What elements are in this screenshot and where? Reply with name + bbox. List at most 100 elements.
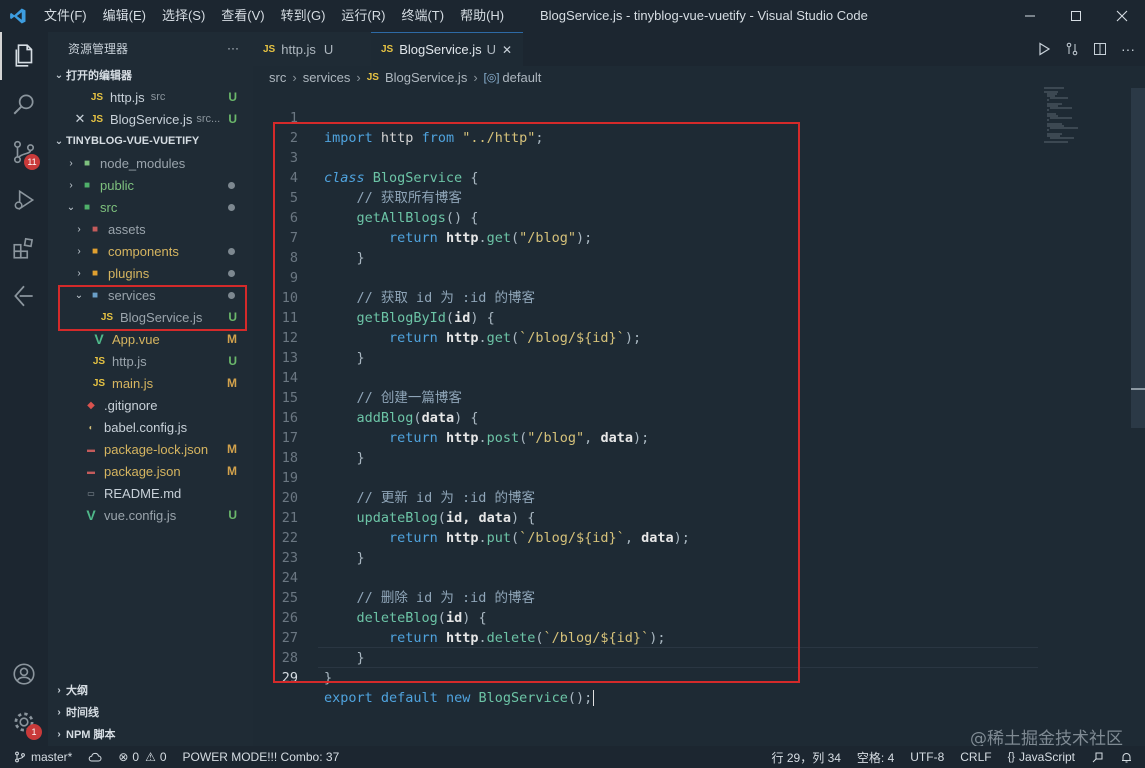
- chevron-right-icon: ›: [473, 69, 478, 85]
- tree-item-label: plugins: [108, 265, 150, 281]
- chevron-right-icon: ›: [77, 245, 81, 257]
- editor-scrollbar[interactable]: [1131, 88, 1145, 428]
- tab-blogservice-js[interactable]: JS BlogService.js U ✕: [371, 32, 523, 66]
- tree-item-label: .gitignore: [104, 397, 158, 413]
- encoding-status[interactable]: UTF-8: [902, 746, 952, 768]
- menu-edit[interactable]: 编辑(E): [95, 0, 154, 32]
- status-badge: U: [228, 90, 237, 104]
- extensions-icon[interactable]: [0, 224, 48, 272]
- eol: CRLF: [960, 750, 992, 764]
- tree-item-plugins[interactable]: › ■ plugins: [48, 262, 253, 284]
- language-mode: JavaScript: [1018, 750, 1075, 764]
- menu-help[interactable]: 帮助(H): [452, 0, 512, 32]
- tree-item-main-js[interactable]: JS main.js M: [48, 372, 253, 394]
- modified-dot: [228, 269, 235, 277]
- tree-item-node-modules[interactable]: › ■ node_modules: [48, 152, 253, 174]
- chevron-right-icon: ›: [69, 157, 73, 169]
- tree-item-components[interactable]: › ■ components: [48, 240, 253, 262]
- feedback-button[interactable]: [1083, 746, 1112, 768]
- menu-file[interactable]: 文件(F): [36, 0, 95, 32]
- npm-scripts-section[interactable]: › NPM 脚本: [48, 723, 253, 745]
- open-editor-item[interactable]: JS http.js src U: [48, 86, 253, 108]
- project-section[interactable]: ⌄ TINYBLOG-VUE-VUETIFY: [48, 130, 253, 152]
- menu-selection[interactable]: 选择(S): [154, 0, 213, 32]
- more-actions-icon[interactable]: ···: [1121, 41, 1135, 57]
- close-tab-icon[interactable]: ✕: [502, 43, 512, 57]
- folder-plugins-icon: ■: [91, 267, 99, 279]
- language-mode-status[interactable]: {} JavaScript: [1000, 746, 1083, 768]
- menu-run[interactable]: 运行(R): [333, 0, 393, 32]
- split-editor-icon[interactable]: [1093, 42, 1107, 56]
- notifications-button[interactable]: [1112, 746, 1145, 768]
- maximize-button[interactable]: [1053, 0, 1099, 32]
- chevron-right-icon: ›: [69, 179, 73, 191]
- tree-item-readme[interactable]: ▭ README.md: [48, 482, 253, 504]
- tree-item-label: public: [100, 177, 134, 193]
- tree-item-assets[interactable]: › ■ assets: [48, 218, 253, 240]
- services-highlight-box: [58, 285, 247, 331]
- tree-item-package-json[interactable]: ▬ package.json M: [48, 460, 253, 482]
- vue-file-icon: V: [94, 331, 104, 347]
- close-editor-icon[interactable]: ✕: [72, 111, 88, 127]
- power-mode-status: POWER MODE!!! Combo: 37: [175, 746, 348, 768]
- scrollbar-cursor-marker: [1131, 388, 1145, 390]
- open-editor-item[interactable]: ✕ JS BlogService.js src... U: [48, 108, 253, 130]
- tree-item-vue-config[interactable]: V vue.config.js U: [48, 504, 253, 526]
- run-debug-icon[interactable]: [0, 176, 48, 224]
- bell-icon: [1122, 752, 1131, 762]
- breadcrumb-src[interactable]: src: [269, 70, 286, 85]
- markdown-file-icon: ▭: [87, 488, 95, 498]
- cursor-position-status[interactable]: 行 29，列 34: [764, 746, 849, 768]
- branch-status[interactable]: master*: [0, 746, 80, 768]
- breadcrumb-services[interactable]: services: [303, 70, 351, 85]
- warning-count: 0: [159, 750, 167, 764]
- open-editor-path: src...: [196, 113, 221, 125]
- tab-http-js[interactable]: JS http.js U: [253, 32, 371, 66]
- open-editors-section[interactable]: ⌄ 打开的编辑器: [48, 64, 253, 86]
- tree-item-package-lock[interactable]: ▬ package-lock.json M: [48, 438, 253, 460]
- tree-item-public[interactable]: › ■ public: [48, 174, 253, 196]
- remote-explorer-icon[interactable]: [0, 272, 48, 320]
- tree-item-app-vue[interactable]: V App.vue M: [48, 328, 253, 350]
- title-bar: 文件(F) 编辑(E) 选择(S) 查看(V) 转到(G) 运行(R) 终端(T…: [0, 0, 1145, 32]
- activity-bar: 11 1: [0, 32, 48, 746]
- tree-item-babel-config[interactable]: ◐ babel.config.js: [48, 416, 253, 438]
- tree-item-http-js[interactable]: JS http.js U: [48, 350, 253, 372]
- search-icon[interactable]: [0, 80, 48, 128]
- minimap[interactable]: [1042, 86, 1092, 146]
- menu-view[interactable]: 查看(V): [213, 0, 272, 32]
- indentation-status[interactable]: 空格: 4: [849, 746, 902, 768]
- folder-components-icon: ■: [91, 245, 99, 257]
- explorer-icon[interactable]: [0, 32, 48, 80]
- timeline-section[interactable]: › 时间线: [48, 701, 253, 723]
- eol-status[interactable]: CRLF: [952, 746, 999, 768]
- more-actions-button[interactable]: ···: [227, 41, 239, 55]
- source-control-icon[interactable]: 11: [0, 128, 48, 176]
- power-mode-text: POWER MODE!!! Combo: 37: [182, 750, 340, 764]
- compare-changes-icon[interactable]: [1065, 42, 1079, 56]
- folder-node-icon: ■: [83, 157, 91, 169]
- cursor-position: 行 29，列 34: [771, 750, 841, 765]
- tree-item-gitignore[interactable]: ◆ .gitignore: [48, 394, 253, 416]
- run-icon[interactable]: [1037, 42, 1051, 56]
- minimize-button[interactable]: [1007, 0, 1053, 32]
- git-branch-icon: [15, 751, 25, 763]
- problems-status[interactable]: ⊗ 0 ⚠ 0: [110, 746, 174, 768]
- chevron-down-icon: ⌄: [54, 135, 64, 147]
- close-window-button[interactable]: [1099, 0, 1145, 32]
- chevron-right-icon: ›: [77, 267, 81, 279]
- symbol-variable-icon: [◎]: [483, 71, 500, 84]
- manage-gear-icon[interactable]: 1: [0, 698, 48, 746]
- outline-section[interactable]: › 大纲: [48, 679, 253, 701]
- breadcrumb-symbol[interactable]: default: [502, 70, 541, 85]
- tree-item-src[interactable]: ⌄ ■ src: [48, 196, 253, 218]
- breadcrumb-file[interactable]: BlogService.js: [385, 70, 467, 85]
- menu-go[interactable]: 转到(G): [273, 0, 334, 32]
- error-icon: ⊗: [118, 750, 129, 764]
- js-file-icon: JS: [366, 71, 379, 83]
- accounts-icon[interactable]: [0, 650, 48, 698]
- sync-button[interactable]: [80, 746, 110, 768]
- menu-terminal[interactable]: 终端(T): [393, 0, 452, 32]
- open-editor-name: BlogService.js: [110, 111, 193, 127]
- npm-scripts-label: NPM 脚本: [66, 729, 116, 741]
